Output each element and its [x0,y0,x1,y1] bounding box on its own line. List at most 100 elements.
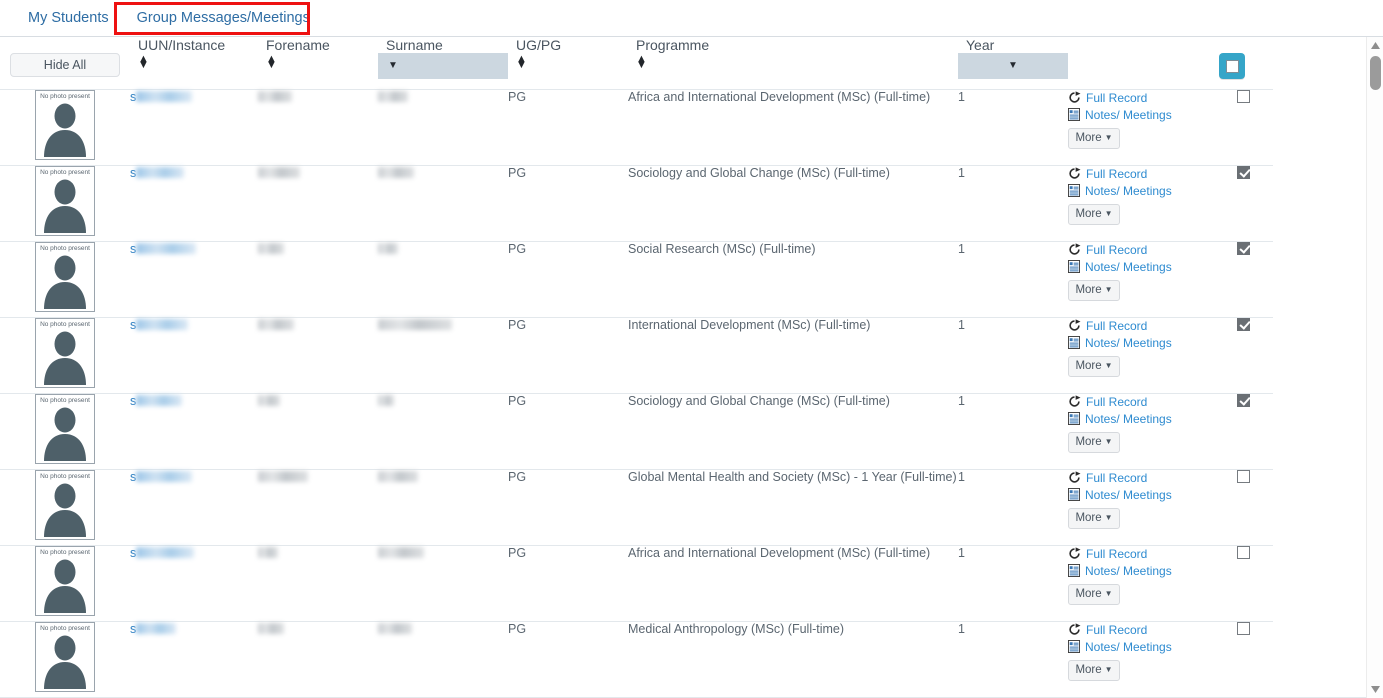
photo-cell: No photo present [0,468,130,545]
more-button[interactable]: More ▼ [1068,355,1120,377]
select-all-button[interactable] [1219,53,1245,79]
forename-cell [258,544,378,621]
notes-meetings-link[interactable]: Notes/ Meetings [1068,411,1213,427]
vertical-scrollbar[interactable] [1366,37,1383,698]
notes-list-icon [1068,184,1080,197]
surname-redacted [378,318,452,330]
notes-meetings-link[interactable]: Notes/ Meetings [1068,563,1213,579]
full-record-link[interactable]: Full Record [1068,166,1213,182]
notes-meetings-label: Notes/ Meetings [1085,411,1172,426]
photo-cell: No photo present [0,240,130,317]
select-cell [1213,164,1273,241]
notes-meetings-link[interactable]: Notes/ Meetings [1068,335,1213,351]
forename-cell [258,620,378,697]
full-record-link[interactable]: Full Record [1068,470,1213,486]
row-select-checkbox[interactable] [1236,393,1250,407]
notes-meetings-link[interactable]: Notes/ Meetings [1068,259,1213,275]
notes-meetings-link[interactable]: Notes/ Meetings [1068,487,1213,503]
scroll-down-arrow-icon[interactable] [1367,681,1383,698]
forename-redacted [258,242,284,254]
scroll-up-arrow-icon[interactable] [1367,37,1383,54]
more-label: More [1075,588,1102,600]
surname-cell [378,468,508,545]
forename-cell [258,468,378,545]
table-header-controls: Hide All ▲ ▼ ▲ ▼ ▼ ▲ ▼ ▲ ▼ ▼ [0,53,1273,89]
hide-all-button[interactable]: Hide All [10,53,120,77]
more-button[interactable]: More ▼ [1068,203,1120,225]
full-record-link[interactable]: Full Record [1068,318,1213,334]
row-select-checkbox[interactable] [1236,469,1250,483]
row-select-checkbox[interactable] [1236,545,1250,559]
ugpg-cell: PG [508,240,628,317]
full-record-link[interactable]: Full Record [1068,242,1213,258]
notes-meetings-label: Notes/ Meetings [1085,563,1172,578]
more-label: More [1075,436,1102,448]
surname-redacted [378,242,398,254]
notes-list-icon [1068,564,1080,577]
select-cell [1213,544,1273,621]
full-record-link[interactable]: Full Record [1068,394,1213,410]
more-button[interactable]: More ▼ [1068,431,1120,453]
surname-redacted [378,546,424,558]
programme-cell: Africa and International Development (MS… [628,88,958,165]
sort-cell-forename: ▲ ▼ [258,53,378,89]
full-record-link[interactable]: Full Record [1068,90,1213,106]
year-filter-dropdown[interactable]: ▼ [958,53,1068,79]
photo-cell: No photo present [0,620,130,697]
scrollbar-thumb[interactable] [1370,56,1381,90]
sort-forename-icon[interactable]: ▲ ▼ [266,54,278,71]
row-select-checkbox[interactable] [1236,165,1250,179]
notes-meetings-link[interactable]: Notes/ Meetings [1068,107,1213,123]
more-button[interactable]: More ▼ [1068,583,1120,605]
row-select-checkbox[interactable] [1236,317,1250,331]
tab-my-students[interactable]: My Students [14,10,123,36]
surname-cell [378,544,508,621]
ugpg-cell: PG [508,620,628,697]
header-actions-spacer [1068,53,1213,89]
sort-programme-icon[interactable]: ▲ ▼ [636,54,648,71]
filter-cell-year: ▼ [958,53,1068,89]
year-cell: 1 [958,164,1068,241]
external-link-icon [1069,395,1081,407]
forename-redacted [258,470,308,482]
full-record-label: Full Record [1086,90,1148,105]
header-surname: Surname [386,37,443,53]
full-record-label: Full Record [1086,546,1148,561]
tab-group-messages-meetings[interactable]: Group Messages/Meetings [123,10,324,36]
avatar: No photo present [35,469,95,540]
uun-redacted [136,470,193,482]
row-select-checkbox[interactable] [1236,621,1250,635]
more-button[interactable]: More ▼ [1068,507,1120,529]
uun-cell: s [130,88,258,165]
more-button[interactable]: More ▼ [1068,279,1120,301]
forename-cell [258,240,378,317]
header-actions [1068,37,1213,53]
year-cell: 1 [958,468,1068,545]
external-link-icon [1069,471,1081,483]
year-cell: 1 [958,544,1068,621]
notes-list-icon [1068,336,1080,349]
full-record-link[interactable]: Full Record [1068,622,1213,638]
chevron-down-icon: ▼ [1104,360,1113,370]
notes-meetings-link[interactable]: Notes/ Meetings [1068,183,1213,199]
more-button[interactable]: More ▼ [1068,659,1120,681]
forename-cell [258,316,378,393]
uun-redacted [136,622,177,634]
row-select-checkbox[interactable] [1236,241,1250,255]
full-record-link[interactable]: Full Record [1068,546,1213,562]
no-photo-label: No photo present [40,244,90,252]
header-year: Year [966,37,995,53]
uun-cell: s [130,316,258,393]
sort-ugpg-icon[interactable]: ▲ ▼ [516,54,528,71]
uun-cell: s [130,620,258,697]
notes-meetings-label: Notes/ Meetings [1085,335,1172,350]
more-button[interactable]: More ▼ [1068,127,1120,149]
sort-uun-icon[interactable]: ▲ ▼ [138,54,150,71]
surname-filter-dropdown[interactable]: ▼ [378,53,508,79]
table-row: No photo present s PG Africa and Internatio… [0,544,1273,621]
notes-meetings-link[interactable]: Notes/ Meetings [1068,639,1213,655]
select-all-checkbox-icon [1225,59,1239,73]
chevron-down-icon: ▼ [1104,284,1113,294]
row-select-checkbox[interactable] [1236,89,1250,103]
avatar: No photo present [35,165,95,236]
